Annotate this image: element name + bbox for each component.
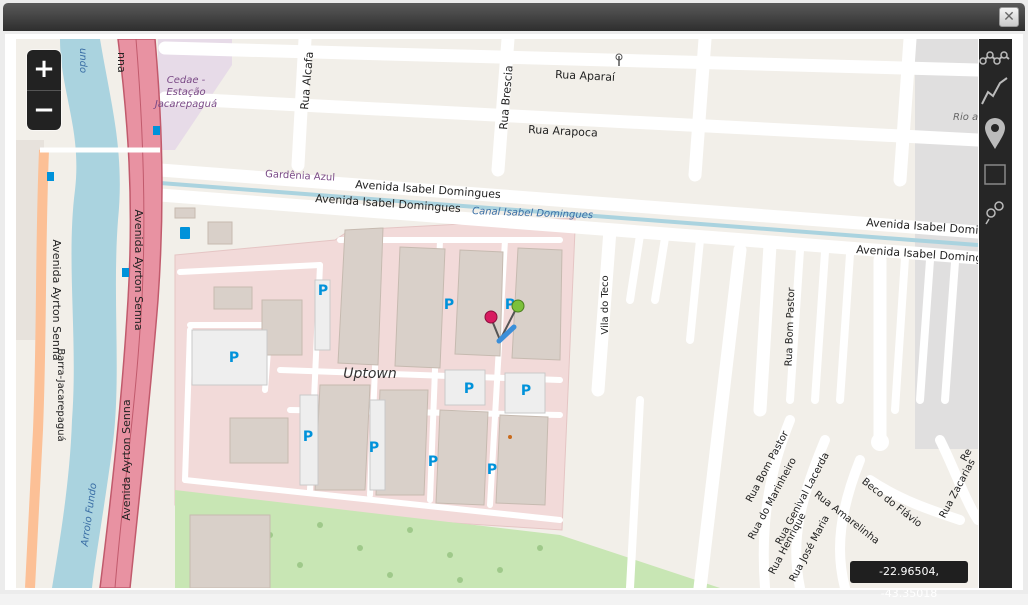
square-button[interactable] xyxy=(979,160,1012,194)
fuel-station-icon xyxy=(180,227,190,239)
map-canvas[interactable]: Rua Aparaí Rua Arapoca Rua Alcafa Rua Br… xyxy=(16,39,978,588)
waypoints-icon xyxy=(985,201,1004,225)
waypoints-button[interactable] xyxy=(979,197,1012,231)
square-icon xyxy=(984,164,1006,185)
parking-sign: P xyxy=(464,381,474,397)
app-window: ✕ Rua Aparaí Rua Arapoca Rua Alcafa Rua … xyxy=(0,0,1028,600)
track-line-button[interactable] xyxy=(979,74,1012,108)
parking-sign: P xyxy=(369,440,379,456)
parking-sign: P xyxy=(303,429,313,445)
tool-sidebar xyxy=(979,39,1012,588)
route-nodes-button[interactable] xyxy=(979,41,1012,75)
label-cedae-2: Estação xyxy=(166,87,205,98)
title-bar: ✕ xyxy=(3,3,1025,31)
zoom-in-button[interactable]: + xyxy=(27,50,61,91)
route-nodes-icon xyxy=(979,51,1010,65)
cul-de-sac xyxy=(871,433,889,451)
label-barra: Barra-Jacarepaguá xyxy=(55,348,67,441)
label-uptown: Uptown xyxy=(343,366,397,382)
location-pin-button[interactable] xyxy=(979,115,1012,149)
zoom-control: + − xyxy=(27,50,61,130)
label-cedae-3: Jacarepaguá xyxy=(153,98,217,110)
label-vila-do-teco: Vila do Teco xyxy=(600,275,611,334)
pin-green-icon[interactable] xyxy=(511,299,525,313)
coordinate-readout: -22.96504, -43.35018 xyxy=(850,561,968,600)
poi-dot xyxy=(508,435,512,439)
label-arroio-top: undo xyxy=(77,48,88,73)
close-button[interactable]: ✕ xyxy=(999,7,1019,27)
parking-sign: P xyxy=(521,383,531,399)
parking-sign: P xyxy=(428,454,438,470)
zoom-out-button[interactable]: − xyxy=(27,91,61,131)
label-av-ayrton-1: Avenida Ayrton Senna xyxy=(50,239,63,360)
label-av-ayrton-2: Avenida Ayrton Senna xyxy=(132,209,145,330)
parking-sign: P xyxy=(487,462,497,478)
parking-sign: P xyxy=(229,350,239,366)
parking-sign: P xyxy=(318,283,328,299)
label-rio-edge: Rio a xyxy=(953,112,978,123)
track-line-icon xyxy=(981,77,1008,105)
label-cedae-1: Cedae - xyxy=(167,75,206,86)
label-av-ayrton-3: Avenida Ayrton Senna xyxy=(120,399,133,520)
parking-sign: P xyxy=(444,297,454,313)
pin-red-icon[interactable] xyxy=(484,310,498,324)
location-pin-icon xyxy=(985,118,1005,149)
label-ayrton-top: nna xyxy=(115,52,128,73)
map-view[interactable]: Rua Aparaí Rua Arapoca Rua Alcafa Rua Br… xyxy=(16,39,978,588)
